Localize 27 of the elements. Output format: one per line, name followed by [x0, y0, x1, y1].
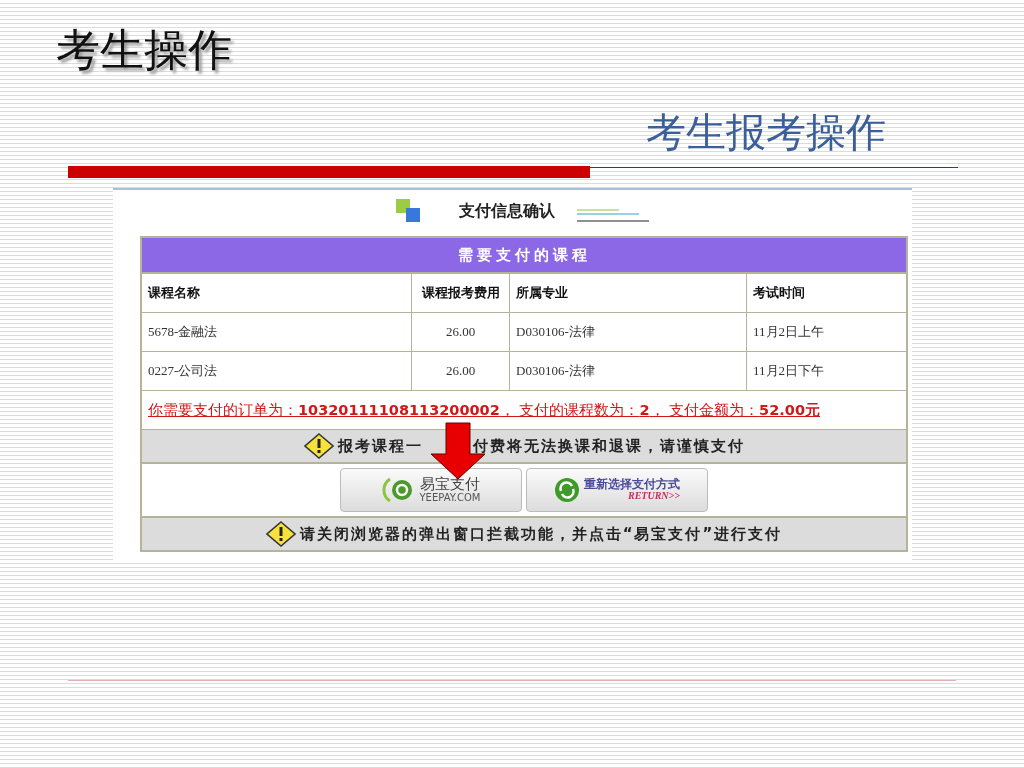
table-cell: D030106-法律 — [510, 313, 747, 351]
warning-icon — [303, 433, 334, 459]
table-cell: D030106-法律 — [510, 352, 747, 390]
slide-title: 考生操作 — [56, 23, 232, 77]
squares-icon — [394, 198, 423, 224]
yeepay-button[interactable]: 易宝支付 YEEPAY.COM — [340, 468, 522, 512]
column-header: 课程名称 — [142, 274, 412, 312]
order-summary: 你需要支付的订单为：10320111108113200002， 支付的课程数为：2， 支付金额为：52.00元 — [148, 402, 820, 418]
table-cell: 0227-公司法 — [142, 352, 412, 390]
column-header: 所属专业 — [510, 274, 747, 312]
table-cell-text: 11月2日上午 — [752, 323, 826, 341]
column-header: 考试时间 — [752, 284, 806, 302]
warning-text: 报考课程一 — [337, 436, 423, 456]
table-cell: 5678-金融法 — [142, 313, 412, 351]
column-header: 课程报考费用 — [412, 274, 510, 312]
table-caption: 需要支付的课程 — [142, 238, 906, 274]
table-cell-text: 11月2日下午 — [752, 362, 826, 380]
refresh-icon — [554, 477, 580, 503]
slide-subtitle: 考生报考操作 — [646, 108, 886, 157]
table-cell: 26.00 — [412, 313, 510, 351]
lines-icon — [574, 207, 651, 223]
return-button[interactable]: 重新选择支付方式 RETURN>> — [526, 468, 708, 512]
notice-text: 请关闭浏览器的弹出窗口拦截功能，并点击“易宝支付”进行支付 — [299, 524, 783, 544]
table-cell: 26.00 — [412, 352, 510, 390]
warning-text: 付费将无法换课和退课，请谨慎支付 — [472, 436, 745, 456]
page-heading: 支付信息确认 — [458, 200, 555, 222]
warning-icon — [265, 521, 296, 547]
